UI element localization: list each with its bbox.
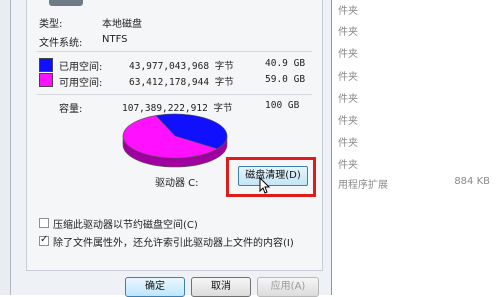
- used-size: 40.9 GB: [265, 58, 306, 69]
- file-size: 884 KB: [454, 176, 490, 187]
- ok-button[interactable]: 确定: [125, 277, 185, 297]
- free-bytes: 63,412,178,944 字节: [129, 77, 234, 88]
- index-checkbox[interactable]: [39, 234, 49, 246]
- file-row[interactable]: 件夹: [338, 45, 358, 60]
- file-row[interactable]: 件夹: [338, 112, 358, 127]
- cancel-button[interactable]: 取消: [191, 277, 251, 297]
- file-row[interactable]: 件夹: [338, 68, 358, 83]
- separator: [37, 94, 312, 95]
- general-tab-panel: 类型: 本地磁盘 文件系统: NTFS 已用空间: 43,977,043,968…: [26, 0, 323, 271]
- file-row[interactable]: 件夹: [338, 23, 358, 38]
- drive-icon: [49, 0, 83, 6]
- file-row[interactable]: 用程序扩展: [338, 176, 388, 191]
- capacity-label: 容量:: [59, 104, 83, 115]
- separator: [37, 51, 312, 52]
- compress-option-label[interactable]: 压缩此驱动器以节约磁盘空间(C): [53, 216, 198, 231]
- free-size: 59.0 GB: [265, 74, 306, 85]
- filesystem-value: NTFS: [102, 34, 128, 45]
- filesystem-label: 文件系统:: [39, 38, 83, 49]
- used-label: 已用空间:: [59, 62, 103, 73]
- disk-cleanup-button[interactable]: 磁盘清理(D): [238, 166, 308, 186]
- file-row[interactable]: 件夹: [338, 156, 358, 171]
- file-row[interactable]: 件夹: [338, 134, 358, 149]
- file-row[interactable]: 件夹: [338, 2, 358, 17]
- background-window-edge: [0, 0, 10, 295]
- drive-properties-dialog: 类型: 本地磁盘 文件系统: NTFS 已用空间: 43,977,043,968…: [10, 0, 332, 297]
- used-bytes: 43,977,043,968 字节: [129, 61, 234, 72]
- disk-usage-pie-chart: [122, 113, 228, 168]
- mouse-cursor-icon: [259, 177, 271, 194]
- drive-label: 驱动器 C:: [155, 178, 199, 189]
- file-row[interactable]: 件夹: [338, 90, 358, 105]
- capacity-size: 100 GB: [265, 100, 300, 111]
- type-value: 本地磁盘: [102, 19, 142, 30]
- type-label: 类型:: [39, 19, 63, 30]
- apply-button[interactable]: 应用(A): [257, 277, 319, 297]
- used-color-swatch: [39, 58, 53, 72]
- free-color-swatch: [39, 73, 53, 87]
- free-label: 可用空间:: [59, 78, 103, 89]
- compress-checkbox[interactable]: [39, 218, 49, 228]
- index-option-label[interactable]: 除了文件属性外，还允许索引此驱动器上文件的内容(I): [53, 234, 294, 249]
